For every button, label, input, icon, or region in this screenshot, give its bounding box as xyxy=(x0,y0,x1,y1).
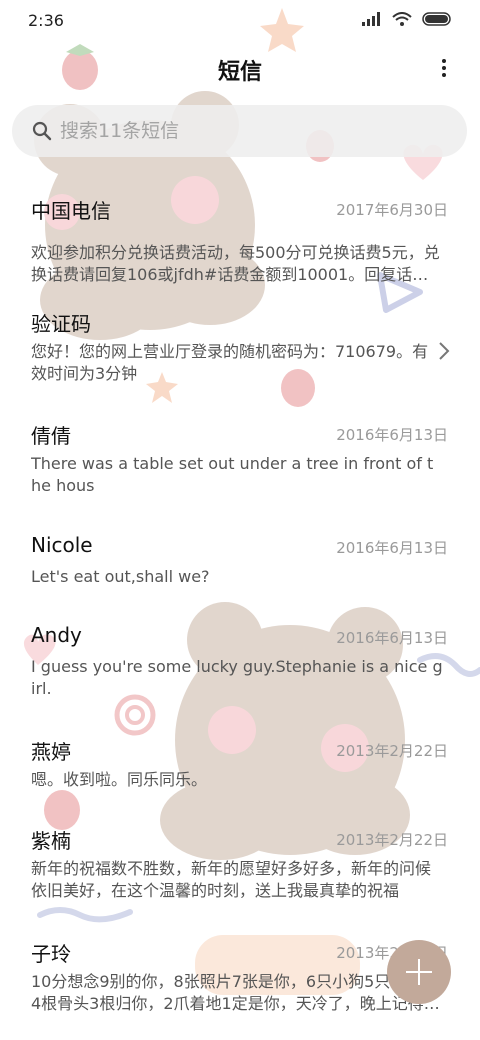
message-preview: 您好！您的网上营业厅登录的随机密码为：710679。有效时间为3分钟 xyxy=(31,342,429,383)
search-input[interactable] xyxy=(60,105,447,157)
message-preview: There was a table set out under a tree i… xyxy=(31,454,434,495)
message-item[interactable]: 紫楠 2013年2月22日 新年的祝福数不胜数，新年的愿望好多好多，新年的问候依… xyxy=(0,825,480,920)
message-sender: Andy xyxy=(31,623,82,647)
message-sender: 子玲 xyxy=(31,942,71,966)
message-date: 2016年6月13日 xyxy=(336,539,448,557)
message-sender: Nicole xyxy=(31,533,93,557)
message-item[interactable]: Andy 2016年6月13日 I guess you're some luck… xyxy=(0,623,480,718)
chevron-right-icon xyxy=(439,342,450,360)
message-preview: I guess you're some lucky guy.Stephanie … xyxy=(31,657,443,698)
message-item[interactable]: Nicole 2016年6月13日 Let's eat out,shall we… xyxy=(0,533,480,603)
status-bar: 2:36 xyxy=(0,0,480,40)
app-header: 短信 xyxy=(0,44,480,96)
search-icon xyxy=(32,121,52,141)
message-sender: 倩倩 xyxy=(31,424,71,448)
more-icon xyxy=(442,59,446,63)
battery-icon xyxy=(422,12,451,26)
message-item[interactable]: 中国电信 2017年6月30日 欢迎参加积分兑换话费活动，每500分可兑换话费5… xyxy=(0,195,480,290)
message-date: 2013年2月22日 xyxy=(336,742,448,760)
new-message-button[interactable] xyxy=(387,940,451,1004)
message-item[interactable]: 燕婷 2013年2月22日 嗯。收到啦。同乐同乐。 xyxy=(0,736,480,806)
status-icons xyxy=(362,12,452,26)
search-bar[interactable] xyxy=(12,105,467,157)
message-preview: 欢迎参加积分兑换话费活动，每500分可兑换话费5元，兑换话费请回复106或jfd… xyxy=(31,243,440,284)
message-item[interactable]: 验证码 您好！您的网上营业厅登录的随机密码为：710679。有效时间为3分钟 xyxy=(0,308,480,403)
message-preview: 嗯。收到啦。同乐同乐。 xyxy=(31,770,208,789)
wifi-icon xyxy=(392,12,412,26)
status-time: 2:36 xyxy=(28,11,64,30)
message-preview: Let's eat out,shall we? xyxy=(31,567,210,586)
signal-icon xyxy=(362,12,380,26)
message-date: 2016年6月13日 xyxy=(336,426,448,444)
message-date: 2016年6月13日 xyxy=(336,629,448,647)
more-options-button[interactable] xyxy=(434,56,454,84)
message-sender: 燕婷 xyxy=(31,740,71,764)
message-sender: 紫楠 xyxy=(31,829,71,853)
message-preview: 新年的祝福数不胜数，新年的愿望好多好多，新年的问候依旧美好，在这个温馨的时刻，送… xyxy=(31,859,432,900)
message-preview: 10分想念9别的你，8张照片7张是你，6只小狗5只像你，4根骨头3根归你，2爪着… xyxy=(31,972,440,1013)
message-sender: 验证码 xyxy=(31,312,91,336)
page-title: 短信 xyxy=(217,60,262,85)
message-date: 2017年6月30日 xyxy=(336,201,448,219)
message-sender: 中国电信 xyxy=(31,199,111,223)
message-date: 2013年2月22日 xyxy=(336,831,448,849)
message-item[interactable]: 倩倩 2016年6月13日 There was a table set out … xyxy=(0,420,480,515)
